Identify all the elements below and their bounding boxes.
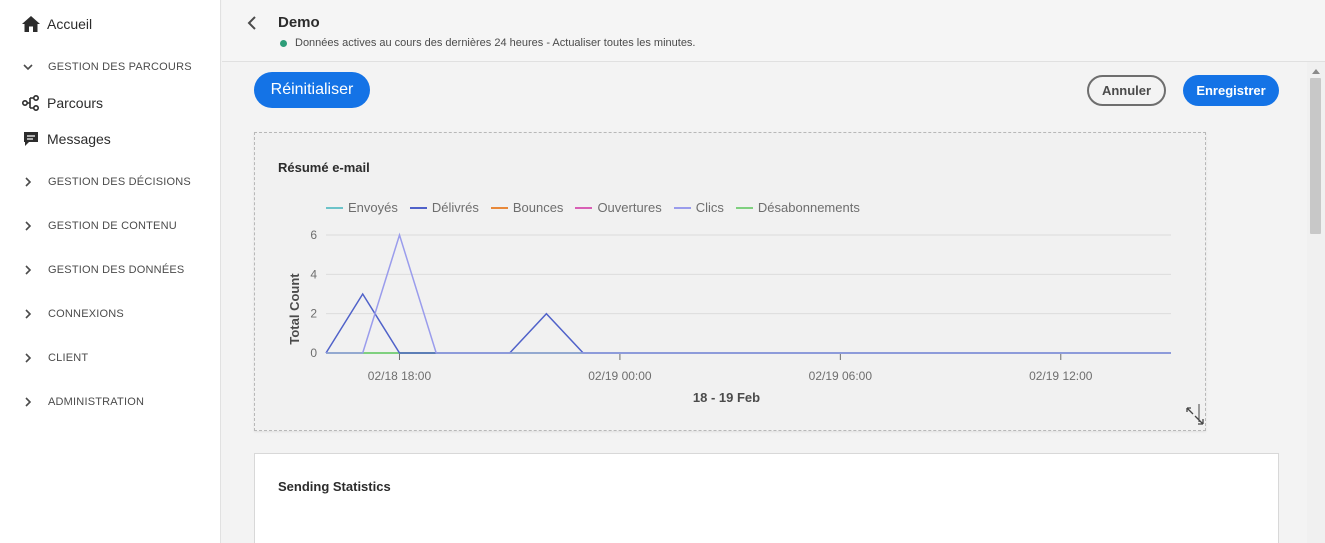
- sidebar-group-decisions[interactable]: GESTION DES DÉCISIONS: [0, 173, 221, 191]
- sidebar-item-messages[interactable]: Messages: [0, 129, 221, 149]
- sidebar-group-label: CLIENT: [48, 352, 89, 364]
- chart-legend: Envoyés Délivrés Bounces Ouvertures Clics Dés…: [326, 200, 872, 215]
- legend-swatch: [409, 206, 427, 209]
- sidebar-group-journeys[interactable]: GESTION DES PARCOURS: [0, 58, 221, 76]
- reset-button[interactable]: Réinitialiser: [254, 72, 370, 108]
- journey-icon: [22, 94, 40, 112]
- chevron-right-icon: [22, 220, 34, 232]
- sidebar: Accueil GESTION DES PARCOURS Parcours Me…: [0, 0, 221, 543]
- legend-label: Désabonnements: [757, 200, 860, 215]
- sidebar-item-home[interactable]: Accueil: [0, 14, 221, 34]
- chevron-right-icon: [22, 264, 34, 276]
- sidebar-group-label: GESTION DES DÉCISIONS: [48, 176, 191, 188]
- back-button[interactable]: [242, 13, 262, 33]
- save-button[interactable]: Enregistrer: [1183, 75, 1279, 106]
- page-title: Demo: [278, 14, 320, 31]
- cancel-button[interactable]: Annuler: [1087, 75, 1166, 106]
- home-icon: [22, 15, 40, 33]
- legend-item[interactable]: Délivrés: [409, 200, 479, 215]
- scrollbar[interactable]: [1307, 62, 1325, 543]
- legend-label: Bounces: [512, 200, 564, 215]
- legend-item[interactable]: Bounces: [490, 200, 564, 215]
- sidebar-group-connections[interactable]: CONNEXIONS: [0, 305, 221, 323]
- chevron-down-icon: [22, 61, 34, 73]
- email-summary-card[interactable]: Résumé e-mail: [254, 132, 1206, 431]
- chevron-right-icon: [22, 396, 34, 408]
- sidebar-item-label: Parcours: [47, 95, 104, 111]
- sidebar-group-label: ADMINISTRATION: [48, 396, 145, 408]
- status-text: Données actives au cours des dernières 2…: [295, 37, 696, 49]
- live-status: Données actives au cours des dernières 2…: [280, 37, 696, 49]
- sidebar-item-label: Messages: [47, 131, 111, 147]
- chevron-right-icon: [22, 352, 34, 364]
- legend-swatch: [490, 206, 508, 209]
- card-title: Résumé e-mail: [278, 160, 370, 175]
- sidebar-group-client[interactable]: CLIENT: [0, 349, 221, 367]
- legend-item[interactable]: Envoyés: [326, 200, 398, 215]
- legend-label: Clics: [695, 200, 724, 215]
- legend-label: Délivrés: [431, 200, 479, 215]
- status-dot-icon: [280, 39, 287, 47]
- sidebar-group-content[interactable]: GESTION DE CONTENU: [0, 217, 221, 235]
- legend-swatch: [735, 206, 753, 209]
- legend-item[interactable]: Clics: [673, 200, 724, 215]
- chevron-right-icon: [22, 176, 34, 188]
- card-title: Sending Statistics: [278, 479, 391, 494]
- sidebar-group-data[interactable]: GESTION DES DONNÉES: [0, 261, 221, 279]
- sidebar-group-admin[interactable]: ADMINISTRATION: [0, 393, 221, 411]
- legend-item[interactable]: Ouvertures: [575, 200, 662, 215]
- message-icon: [22, 130, 40, 148]
- scroll-up-icon[interactable]: [1310, 66, 1321, 76]
- sidebar-group-label: GESTION DES DONNÉES: [48, 264, 185, 276]
- sidebar-item-journeys[interactable]: Parcours: [0, 93, 221, 113]
- chevron-right-icon: [22, 308, 34, 320]
- sidebar-group-label: CONNEXIONS: [48, 308, 124, 320]
- sidebar-item-label: Accueil: [47, 16, 93, 32]
- legend-item[interactable]: Désabonnements: [735, 200, 860, 215]
- resize-handle-icon[interactable]: [1185, 404, 1205, 426]
- scroll-thumb[interactable]: [1310, 78, 1321, 234]
- sidebar-group-label: GESTION DE CONTENU: [48, 220, 177, 232]
- legend-swatch: [326, 206, 343, 209]
- legend-label: Ouvertures: [597, 200, 662, 215]
- chevron-left-icon: [247, 16, 256, 30]
- page-header: Demo Données actives au cours des derniè…: [222, 0, 1325, 62]
- legend-label: Envoyés: [348, 200, 398, 215]
- sidebar-group-label: GESTION DES PARCOURS: [48, 61, 192, 73]
- legend-swatch: [673, 206, 691, 209]
- sending-statistics-card[interactable]: Sending Statistics: [254, 453, 1279, 543]
- legend-swatch: [575, 206, 593, 209]
